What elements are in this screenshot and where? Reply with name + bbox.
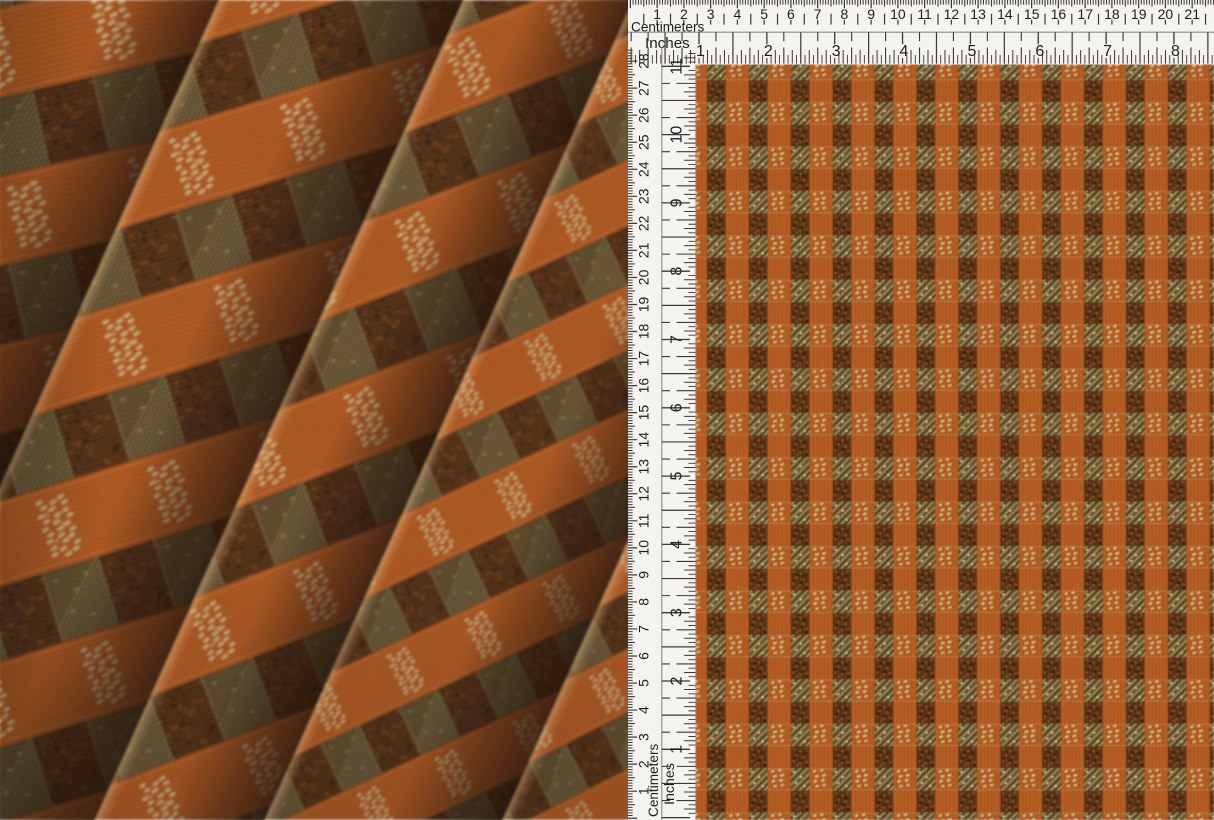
svg-text:Inches: Inches <box>645 35 690 52</box>
svg-text:11: 11 <box>669 58 686 75</box>
svg-text:24: 24 <box>636 161 652 177</box>
svg-text:16: 16 <box>1051 6 1067 22</box>
svg-text:Inches: Inches <box>662 763 678 805</box>
svg-text:7: 7 <box>636 625 652 633</box>
svg-text:13: 13 <box>636 459 652 475</box>
svg-text:28: 28 <box>636 53 652 69</box>
svg-text:7: 7 <box>814 6 822 22</box>
svg-text:4: 4 <box>669 540 686 549</box>
svg-text:8: 8 <box>669 267 686 276</box>
svg-text:26: 26 <box>636 107 652 123</box>
svg-text:20: 20 <box>1158 6 1174 22</box>
svg-text:16: 16 <box>636 378 652 394</box>
svg-text:3: 3 <box>669 608 686 617</box>
svg-text:6: 6 <box>669 403 686 412</box>
svg-text:17: 17 <box>1077 6 1093 22</box>
svg-text:2: 2 <box>764 43 773 60</box>
svg-text:11: 11 <box>917 6 932 22</box>
svg-text:Centimeters: Centimeters <box>646 744 661 817</box>
svg-text:10: 10 <box>636 540 652 556</box>
svg-text:4: 4 <box>734 6 742 22</box>
svg-text:5: 5 <box>760 6 768 22</box>
svg-text:12: 12 <box>944 6 960 22</box>
svg-text:7: 7 <box>1103 43 1112 60</box>
svg-text:10: 10 <box>890 6 906 22</box>
svg-text:6: 6 <box>1035 43 1044 60</box>
svg-text:27: 27 <box>636 80 652 96</box>
svg-text:14: 14 <box>636 432 652 448</box>
svg-text:15: 15 <box>636 405 652 421</box>
svg-text:Centimeters: Centimeters <box>631 19 704 34</box>
svg-text:4: 4 <box>636 706 652 714</box>
svg-text:8: 8 <box>1171 43 1180 60</box>
svg-text:20: 20 <box>636 269 652 285</box>
svg-text:17: 17 <box>636 351 652 367</box>
svg-text:12: 12 <box>636 486 652 502</box>
svg-text:14: 14 <box>997 6 1013 22</box>
svg-text:15: 15 <box>1024 6 1040 22</box>
svg-text:7: 7 <box>669 335 686 344</box>
svg-text:6: 6 <box>787 6 795 22</box>
svg-text:22: 22 <box>636 215 652 231</box>
svg-text:9: 9 <box>636 571 652 579</box>
svg-text:8: 8 <box>841 6 849 22</box>
svg-text:11: 11 <box>636 513 652 528</box>
svg-text:8: 8 <box>636 598 652 606</box>
svg-text:18: 18 <box>1104 6 1120 22</box>
svg-text:5: 5 <box>669 472 686 481</box>
svg-text:1: 1 <box>669 745 686 754</box>
svg-text:3: 3 <box>707 6 715 22</box>
svg-text:3: 3 <box>832 43 841 60</box>
svg-text:19: 19 <box>636 297 652 313</box>
svg-text:2: 2 <box>669 676 686 685</box>
svg-text:18: 18 <box>636 324 652 340</box>
svg-text:5: 5 <box>636 679 652 687</box>
svg-text:5: 5 <box>967 43 976 60</box>
svg-text:4: 4 <box>900 43 909 60</box>
svg-text:10: 10 <box>669 126 686 144</box>
svg-text:9: 9 <box>669 198 686 207</box>
svg-text:1: 1 <box>696 43 705 60</box>
svg-text:25: 25 <box>636 134 652 150</box>
svg-text:21: 21 <box>636 242 652 258</box>
svg-text:13: 13 <box>970 6 986 22</box>
svg-text:9: 9 <box>867 6 875 22</box>
svg-text:23: 23 <box>636 188 652 204</box>
svg-text:6: 6 <box>636 652 652 660</box>
svg-text:21: 21 <box>1184 6 1200 22</box>
svg-text:3: 3 <box>636 733 652 741</box>
svg-text:19: 19 <box>1131 6 1147 22</box>
